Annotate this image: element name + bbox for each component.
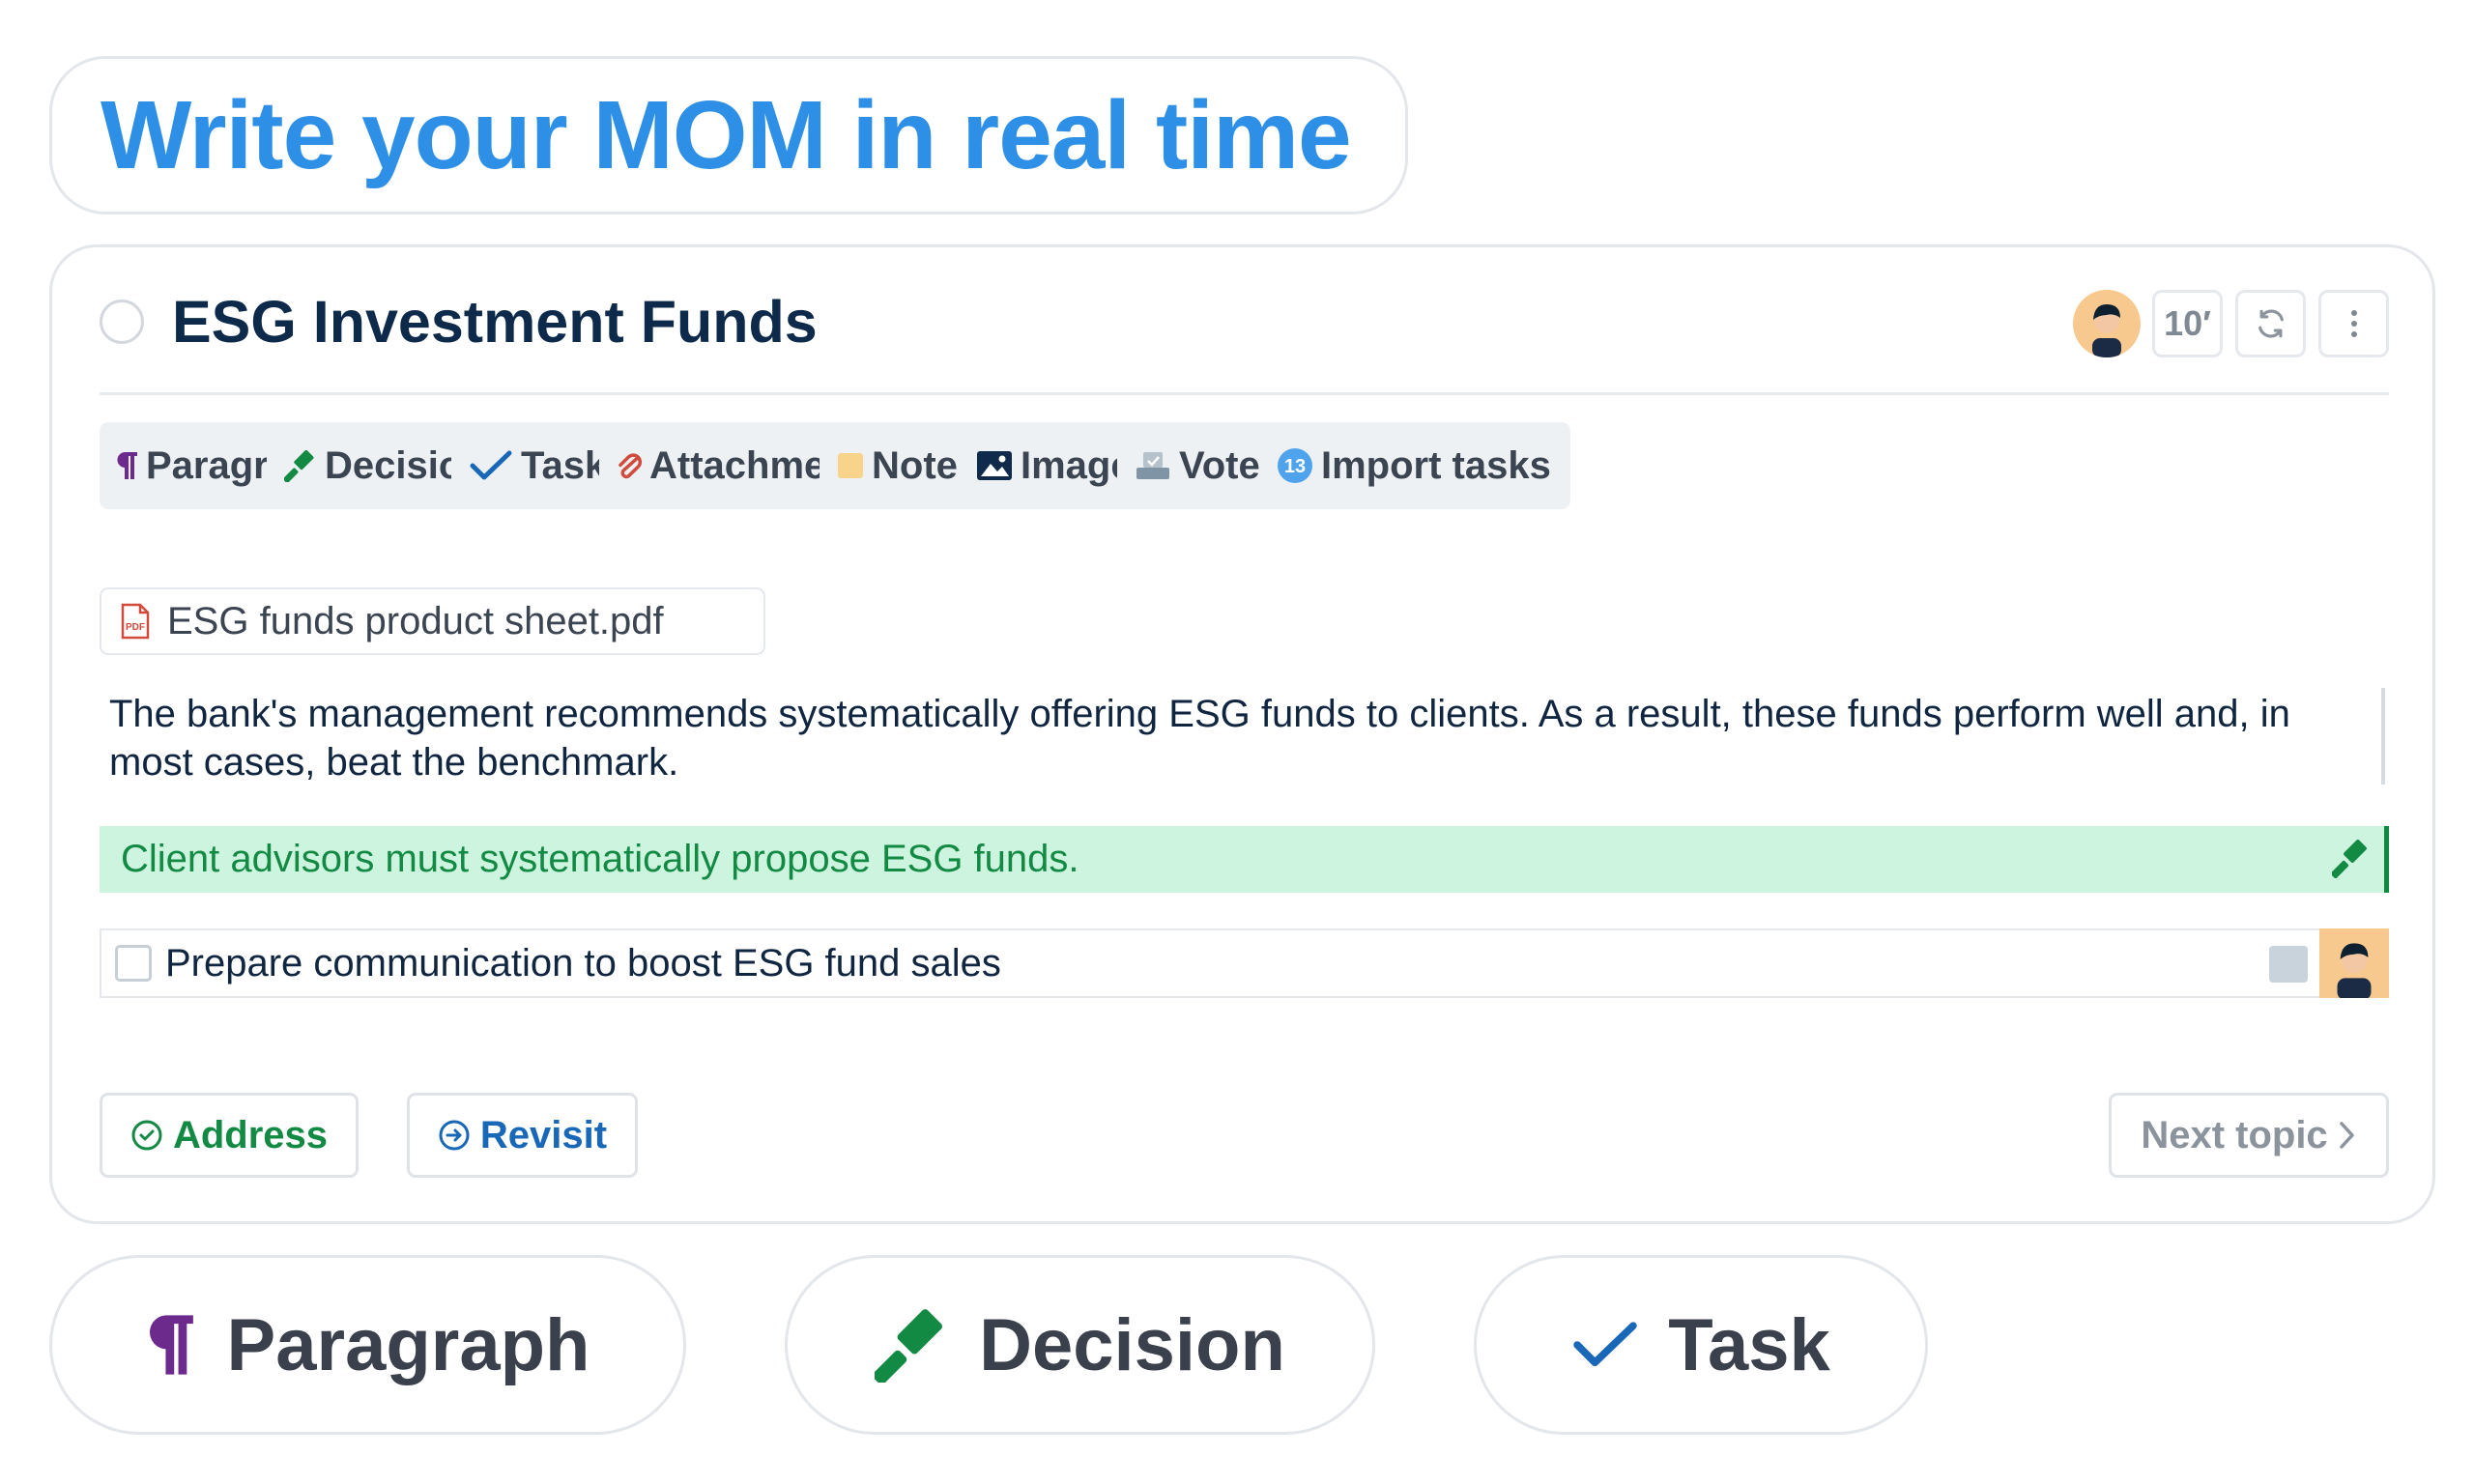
user-avatar-icon (2092, 304, 2121, 357)
pilcrow-icon (146, 1311, 198, 1379)
svg-text:PDF: PDF (126, 622, 145, 633)
decision-pill-label: Decision (979, 1303, 1285, 1386)
sticky-note-icon (837, 452, 864, 479)
topic-title[interactable]: ESG Investment Funds (172, 286, 818, 357)
refresh-button[interactable] (2235, 290, 2306, 357)
gavel-icon (2330, 838, 2371, 888)
pilcrow-icon (117, 450, 138, 481)
paragraph-block[interactable]: The bank's management recommends systema… (109, 690, 2361, 786)
address-label: Address (172, 1113, 329, 1156)
toolbar-label: Import tasks (1321, 443, 1551, 487)
toolbar-label: Vote (1179, 443, 1260, 487)
paragraph-pill: Paragraph (49, 1255, 686, 1435)
refresh-icon (2258, 309, 2284, 338)
divider (100, 392, 2389, 395)
toolbar-label: Task (521, 443, 607, 487)
more-vertical-icon (2350, 310, 2357, 337)
more-options-button[interactable] (2318, 290, 2389, 357)
task-row[interactable]: Prepare communication to boost ESG fund … (100, 928, 2389, 998)
next-topic-button[interactable]: Next topic (2109, 1093, 2389, 1178)
block-marker (2381, 688, 2385, 785)
ballot-box-icon (1135, 450, 1171, 481)
toolbar-note-button[interactable]: Note (820, 422, 977, 509)
paperclip-icon (617, 448, 642, 483)
topic-card: ESG Investment Funds 10′ Paragraph Decis… (49, 244, 2435, 1224)
image-icon (976, 450, 1013, 481)
arrow-circle-right-icon (439, 1120, 470, 1151)
paragraph-pill-label: Paragraph (226, 1303, 590, 1386)
attachment-filename: ESG funds product sheet.pdf (167, 599, 664, 642)
gavel-icon (875, 1307, 950, 1383)
checkmark-icon (469, 449, 513, 482)
toolbar-label: Note (872, 443, 958, 487)
revisit-label: Revisit (479, 1113, 608, 1156)
checkmark-icon (1571, 1320, 1639, 1370)
toolbar-label: Image (1021, 443, 1133, 487)
toolbar-vote-button[interactable]: Vote (1117, 422, 1280, 509)
task-pill: Task (1474, 1255, 1928, 1435)
toolbar-import-tasks-button[interactable]: 13 Import tasks (1259, 422, 1570, 509)
headline-text: Write your MOM in real time (101, 81, 1352, 189)
user-avatar-icon (2337, 943, 2372, 998)
import-badge-icon: 13 (1277, 447, 1313, 484)
svg-text:13: 13 (1284, 456, 1306, 477)
attachment-chip[interactable]: PDF ESG funds product sheet.pdf (100, 587, 765, 655)
task-pill-label: Task (1668, 1303, 1830, 1386)
duration-button[interactable]: 10′ (2152, 290, 2223, 357)
task-text[interactable]: Prepare communication to boost ESG fund … (165, 942, 1001, 985)
task-assignee-avatar[interactable] (2319, 928, 2389, 998)
task-checkbox[interactable] (115, 945, 152, 982)
check-circle-icon (131, 1120, 162, 1151)
decision-pill: Decision (785, 1255, 1375, 1435)
avatar[interactable] (2073, 290, 2141, 357)
headline-banner: Write your MOM in real time (49, 56, 1408, 214)
chevron-right-icon (2339, 1122, 2354, 1149)
address-button[interactable]: Address (100, 1093, 359, 1178)
revisit-button[interactable]: Revisit (407, 1093, 638, 1178)
gavel-icon (284, 449, 317, 482)
next-topic-label: Next topic (2141, 1113, 2328, 1156)
decision-text: Client advisors must systematically prop… (121, 838, 1079, 880)
due-date-placeholder[interactable] (2269, 946, 2308, 983)
decision-block[interactable]: Client advisors must systematically prop… (100, 826, 2389, 893)
pdf-file-icon: PDF (121, 603, 150, 640)
topic-status-toggle[interactable] (100, 300, 144, 344)
